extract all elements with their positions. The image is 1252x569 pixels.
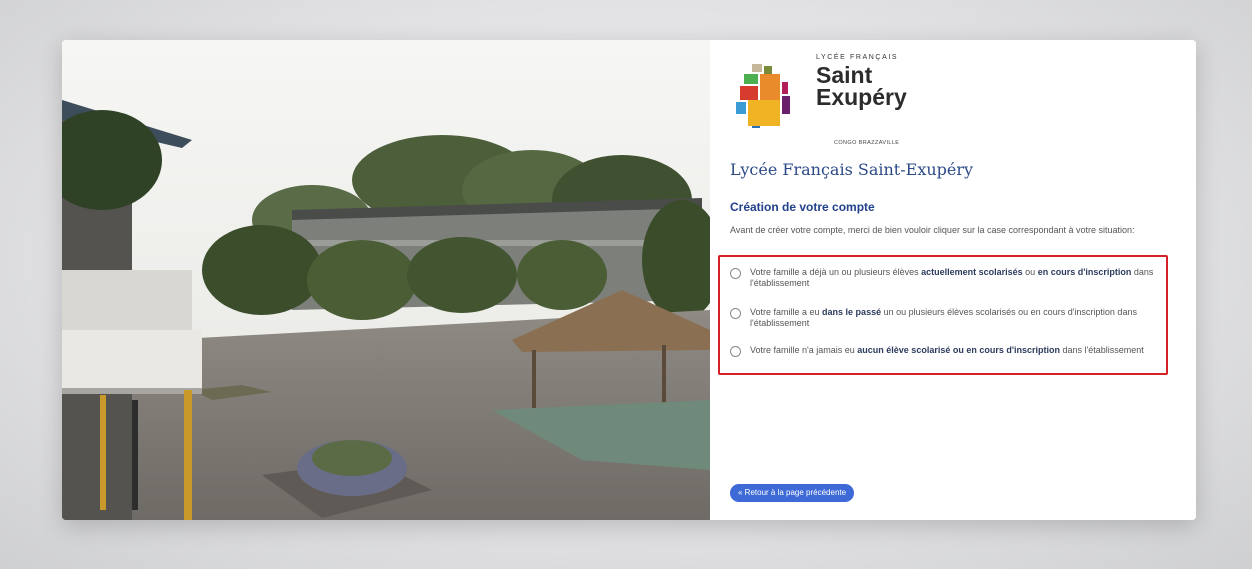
logo-title: Saint Exupéry bbox=[816, 62, 956, 110]
login-card: LYCÉE FRANÇAIS Saint Exupéry CONGO BRAZZ… bbox=[62, 40, 1196, 520]
logo-small-caps: LYCÉE FRANÇAIS bbox=[816, 54, 899, 61]
intro-text: Avant de créer votre compte, merci de bi… bbox=[730, 225, 1135, 235]
radio-button[interactable] bbox=[730, 346, 741, 357]
logo-subtitle: CONGO BRAZZAVILLE bbox=[834, 140, 900, 146]
school-logo: LYCÉE FRANÇAIS Saint Exupéry CONGO BRAZZ… bbox=[730, 54, 950, 146]
school-photo bbox=[62, 40, 710, 520]
page-title: Lycée Français Saint-Exupéry bbox=[730, 160, 974, 179]
radio-button[interactable] bbox=[730, 268, 741, 279]
account-panel: LYCÉE FRANÇAIS Saint Exupéry CONGO BRAZZ… bbox=[710, 40, 1196, 520]
option-label: Votre famille a eu dans le passé un ou p… bbox=[750, 307, 1137, 328]
logo-title-line2: Exupéry bbox=[816, 84, 907, 110]
section-title: Création de votre compte bbox=[730, 200, 875, 214]
logo-title-line1: Saint bbox=[816, 62, 873, 88]
radio-button[interactable] bbox=[730, 308, 741, 319]
options-highlight-box: Votre famille a déjà un ou plusieurs élè… bbox=[718, 255, 1168, 375]
option-label: Votre famille n'a jamais eu aucun élève … bbox=[750, 345, 1144, 355]
option-label: Votre famille a déjà un ou plusieurs élè… bbox=[750, 267, 1154, 288]
back-button[interactable]: « Retour à la page précédente bbox=[730, 484, 855, 502]
logo-squares-icon bbox=[736, 64, 790, 128]
school-courtyard-image bbox=[62, 40, 710, 520]
